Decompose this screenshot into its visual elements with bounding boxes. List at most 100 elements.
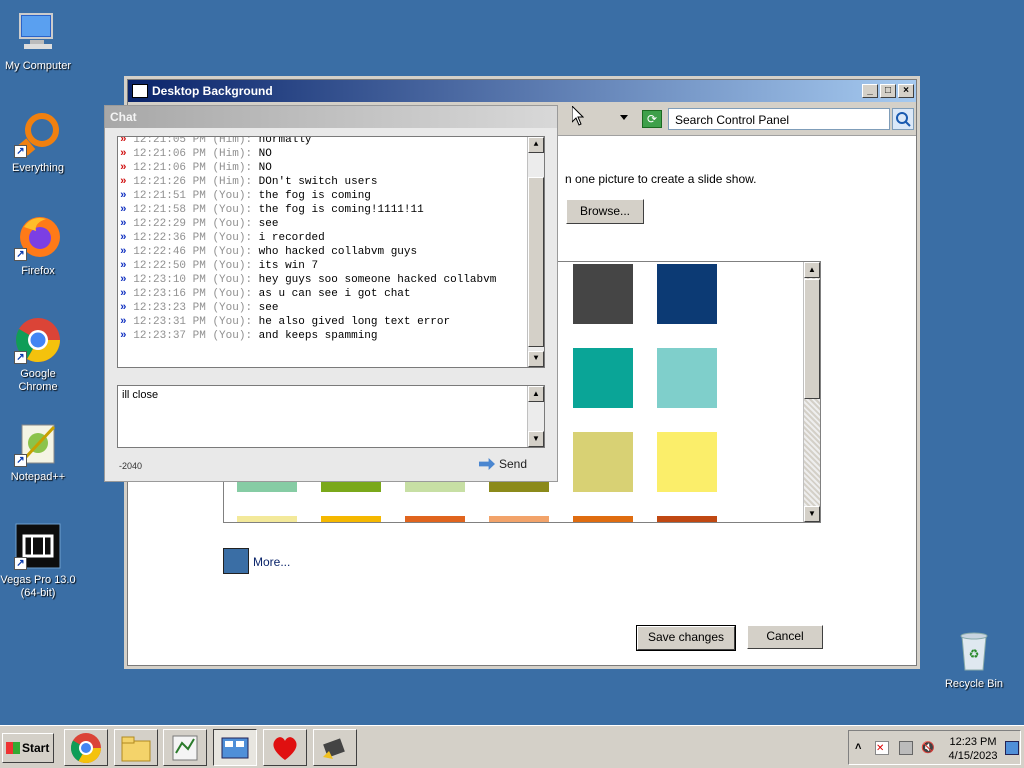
color-swatch[interactable] [405, 516, 465, 522]
message-sender: (You): [212, 246, 253, 258]
message-marker: » [120, 302, 127, 314]
scroll-down-icon[interactable]: ▼ [804, 506, 820, 522]
send-icon [479, 458, 495, 470]
color-swatch[interactable] [573, 348, 633, 408]
color-swatch[interactable] [573, 432, 633, 492]
taskbar-app[interactable] [163, 729, 207, 766]
svg-text:♻: ♻ [969, 647, 980, 661]
color-swatch[interactable] [657, 348, 717, 408]
chat-input[interactable]: ill close ▲ ▼ [117, 385, 545, 448]
volume-muted-icon[interactable]: 🔇 [921, 741, 935, 755]
cancel-button[interactable]: Cancel [747, 625, 823, 649]
control-panel-icon [132, 84, 148, 98]
color-swatch[interactable] [657, 516, 717, 522]
everything-icon: ↗ [14, 110, 62, 158]
taskbar-control-panel[interactable] [213, 729, 257, 766]
message-text: see [258, 302, 279, 314]
message-marker: » [120, 204, 127, 216]
start-button[interactable]: Start [2, 733, 54, 763]
desktop-icon-my-computer[interactable]: My Computer [0, 8, 76, 73]
desktop-icon-label: Recycle Bin [944, 678, 1004, 690]
scroll-thumb[interactable] [804, 279, 820, 399]
taskbar-chrome[interactable] [64, 729, 108, 766]
computer-icon [14, 8, 62, 56]
search-button[interactable] [892, 108, 914, 130]
more-color-swatch[interactable] [223, 548, 249, 574]
color-swatch[interactable] [573, 264, 633, 324]
search-input[interactable]: Search Control Panel [668, 108, 890, 130]
desktop-icon-notepad-plus-plus[interactable]: ↗ Notepad++ [0, 419, 76, 484]
taskbar-explorer[interactable] [114, 729, 158, 766]
scroll-up-icon[interactable]: ▲ [528, 386, 544, 402]
message-marker: » [120, 316, 127, 328]
scroll-up-icon[interactable]: ▲ [804, 262, 820, 278]
minimize-button[interactable]: _ [862, 84, 878, 98]
message-marker: » [120, 148, 127, 160]
chat-log-scrollbar[interactable]: ▲ ▼ [527, 137, 544, 367]
palette-scrollbar[interactable]: ▲ ▼ [803, 262, 820, 522]
color-swatch[interactable] [657, 264, 717, 324]
refresh-icon[interactable]: ⟳ [642, 110, 662, 128]
color-swatch[interactable] [489, 516, 549, 522]
scroll-thumb[interactable] [528, 177, 544, 347]
chat-message: » 12:21:26 PM (Him): DOn't switch users [120, 175, 526, 189]
chat-input-scrollbar[interactable]: ▲ ▼ [527, 386, 544, 447]
desktop-icon-firefox[interactable]: ↗ Firefox [0, 213, 76, 278]
network-icon[interactable] [899, 741, 913, 755]
message-sender: (You): [212, 288, 253, 300]
message-text: the fog is coming [258, 190, 371, 202]
chat-message: » 12:22:50 PM (You): its win 7 [120, 259, 526, 273]
message-marker: » [120, 330, 127, 342]
desktop-icon-recycle-bin[interactable]: ♻ Recycle Bin [936, 626, 1012, 691]
window-title: Desktop Background [152, 84, 273, 98]
color-swatch[interactable] [573, 516, 633, 522]
message-text: DOn't switch users [258, 176, 378, 188]
desktop-icon-label: My Computer [4, 60, 72, 72]
show-hidden-icons-icon[interactable]: ˄ [855, 741, 869, 755]
show-desktop-icon[interactable] [1005, 741, 1019, 755]
chat-message: » 12:21:06 PM (Him): NO [120, 161, 526, 175]
window-titlebar[interactable]: Desktop Background _ □ × [128, 80, 916, 102]
shortcut-arrow-icon: ↗ [14, 248, 27, 261]
folder-icon [121, 736, 151, 761]
message-timestamp: 12:21:26 PM [133, 176, 206, 188]
save-changes-button[interactable]: Save changes [636, 625, 736, 651]
browse-button[interactable]: Browse... [566, 199, 644, 224]
message-sender: (You): [212, 190, 253, 202]
message-sender: (You): [212, 260, 253, 272]
message-timestamp: 12:23:31 PM [133, 316, 206, 328]
address-dropdown-icon[interactable] [620, 115, 628, 120]
send-button[interactable]: Send [479, 457, 527, 471]
chat-message: » 12:21:51 PM (You): the fog is coming [120, 189, 526, 203]
message-timestamp: 12:22:50 PM [133, 260, 206, 272]
message-sender: (Him): [212, 162, 253, 174]
shortcut-arrow-icon: ↗ [14, 351, 27, 364]
close-button[interactable]: × [898, 84, 914, 98]
scroll-up-icon[interactable]: ▲ [528, 137, 544, 153]
color-swatch[interactable] [657, 432, 717, 492]
color-swatch[interactable] [321, 516, 381, 522]
desktop-icon-label: Google Chrome [18, 368, 58, 393]
message-sender: (You): [212, 302, 253, 314]
maximize-button[interactable]: □ [880, 84, 896, 98]
chat-window: Chat » 12:21:05 PM (Him): normally» 12:2… [104, 105, 558, 482]
scroll-down-icon[interactable]: ▼ [528, 351, 544, 367]
desktop-icon-vegas-pro[interactable]: ↗ Vegas Pro 13.0 (64-bit) [0, 522, 76, 600]
clock[interactable]: 12:23 PM 4/15/2023 [945, 735, 1001, 763]
chat-title[interactable]: Chat [105, 106, 557, 128]
color-swatch[interactable] [237, 516, 297, 522]
more-colors-link[interactable]: More... [253, 555, 290, 569]
action-center-icon[interactable]: ✕ [875, 741, 889, 755]
desktop-icon-label: Firefox [21, 265, 55, 277]
desktop-icon-everything[interactable]: ↗ Everything [0, 110, 76, 175]
scroll-down-icon[interactable]: ▼ [528, 431, 544, 447]
desktop-icon-google-chrome[interactable]: ↗ Google Chrome [0, 316, 76, 394]
taskbar-video[interactable] [313, 729, 357, 766]
message-text: he also gived long text error [258, 316, 451, 328]
message-text: as u can see i got chat [258, 288, 411, 300]
firefox-icon: ↗ [14, 213, 62, 261]
message-text: normally [258, 136, 312, 146]
message-marker: » [120, 190, 127, 202]
taskbar-hearts[interactable] [263, 729, 307, 766]
message-text: NO [258, 162, 272, 174]
